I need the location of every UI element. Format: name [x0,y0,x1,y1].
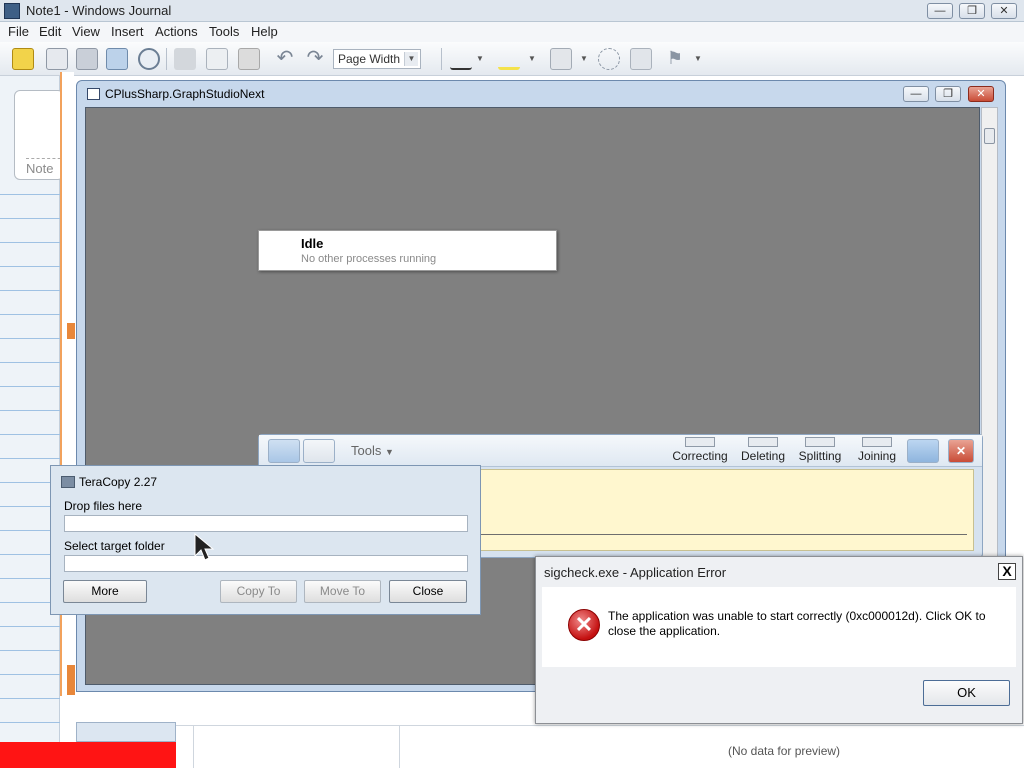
highlighter-icon[interactable] [498,48,520,70]
maximize-button[interactable]: ❐ [935,86,961,102]
chevron-down-icon: ▼ [384,447,394,457]
paste-icon[interactable] [238,48,260,70]
teracopy-window: TeraCopy 2.27 Drop files here Select tar… [50,465,481,615]
lasso-icon[interactable] [598,48,620,70]
correction-mode-icon[interactable] [907,439,939,463]
menu-view[interactable]: View [72,24,100,39]
error-icon: ✕ [568,609,600,641]
page-marker [67,323,75,339]
flag-icon[interactable]: ⚑ [664,48,686,70]
chevron-down-icon[interactable]: ▼ [694,48,716,70]
find-icon[interactable] [138,48,160,70]
target-folder-field[interactable] [64,555,468,572]
zoom-select[interactable]: Page Width ▼ [333,49,421,69]
copy-icon[interactable] [206,48,228,70]
keyboard-icon[interactable] [303,439,335,463]
zoom-select-value: Page Width [338,52,401,66]
menu-help[interactable]: Help [251,24,278,39]
copy-to-button[interactable]: Copy To [220,580,297,603]
toolbar: ↶ ↷ ▼ ▼ ▼ ⚑ ▼ [0,42,1024,76]
joining-label: Joining [857,449,897,463]
open-icon[interactable] [46,48,68,70]
splitting-icon [805,437,835,447]
undo-icon[interactable]: ↶ [274,48,296,70]
menu-insert[interactable]: Insert [111,24,144,39]
graphstudio-title: CPlusSharp.GraphStudioNext [105,87,265,101]
red-status-bar [0,742,176,768]
minimize-button[interactable]: — [903,86,929,102]
panel-divider [193,725,194,768]
preview-placeholder: (No data for preview) [728,744,841,758]
tools-menu[interactable]: Tools ▼ [351,443,394,458]
correcting-label: Correcting [672,449,728,463]
chevron-down-icon: ▼ [404,52,418,66]
eraser-icon[interactable] [550,48,572,70]
deleting-icon [748,437,778,447]
chevron-down-icon[interactable]: ▼ [528,48,550,70]
minimize-button[interactable]: — [927,3,953,19]
more-button[interactable]: More [63,580,147,603]
menu-tools[interactable]: Tools [209,24,239,39]
deleting-action[interactable]: Deleting [735,437,791,463]
journal-app-icon [4,3,20,19]
scrollbar-thumb[interactable] [984,128,995,144]
joining-action[interactable]: Joining [851,437,903,463]
joining-icon [862,437,892,447]
note-title-label: Note [26,161,54,176]
maximize-button[interactable]: ❐ [959,3,985,19]
target-folder-label: Select target folder [64,539,165,553]
status-strip [76,722,176,742]
menu-edit[interactable]: Edit [39,24,61,39]
journal-window-title: Note1 - Windows Journal [26,3,172,18]
deleting-label: Deleting [740,449,786,463]
panel-divider [399,725,400,768]
move-to-button[interactable]: Move To [304,580,381,603]
pen-icon[interactable] [450,48,472,70]
redo-icon[interactable]: ↷ [304,48,326,70]
close-button[interactable]: ✕ [948,439,974,463]
send-icon[interactable] [106,48,128,70]
cut-icon[interactable] [174,48,196,70]
error-dialog: sigcheck.exe - Application Error X ✕ The… [535,556,1023,724]
handwriting-pad-icon[interactable] [268,439,300,463]
status-tooltip: Idle No other processes running [258,230,557,271]
splitting-action[interactable]: Splitting [793,437,847,463]
tools-label: Tools [351,443,382,458]
close-icon[interactable]: X [998,563,1016,580]
close-button[interactable]: ✕ [991,3,1017,19]
input-panel-toolbar: Tools ▼ Correcting Deleting Splitting Jo… [259,435,982,467]
ok-button[interactable]: OK [923,680,1010,706]
drop-files-label: Drop files here [64,499,143,513]
splitting-label: Splitting [798,449,842,463]
page-marker [67,665,75,695]
correcting-action[interactable]: Correcting [669,437,731,463]
drop-files-field[interactable] [64,515,468,532]
mouse-pointer-icon [194,532,215,561]
toolbar-separator [441,48,442,70]
new-note-icon[interactable] [12,48,34,70]
journal-titlebar: Note1 - Windows Journal — ❐ ✕ [0,0,1024,22]
correcting-icon [685,437,715,447]
preview-panel [176,725,1024,768]
error-dialog-title: sigcheck.exe - Application Error [544,565,727,580]
teracopy-close-button[interactable]: Close [389,580,467,603]
toolbar-separator [166,48,167,70]
status-title: Idle [301,236,324,251]
menu-file[interactable]: File [8,24,29,39]
teracopy-icon [61,476,75,488]
graphstudio-icon [87,88,100,100]
save-icon[interactable] [76,48,98,70]
menu-actions[interactable]: Actions [155,24,198,39]
teracopy-title: TeraCopy 2.27 [79,475,158,489]
status-subtitle: No other processes running [301,253,437,265]
menu-bar: File Edit View Insert Actions Tools Help [0,22,1024,42]
insert-space-icon[interactable] [630,48,652,70]
chevron-down-icon[interactable]: ▼ [476,48,498,70]
error-message: The application was unable to start corr… [608,609,986,638]
close-button[interactable]: ✕ [968,86,994,102]
error-dialog-body: ✕ The application was unable to start co… [542,587,1016,667]
